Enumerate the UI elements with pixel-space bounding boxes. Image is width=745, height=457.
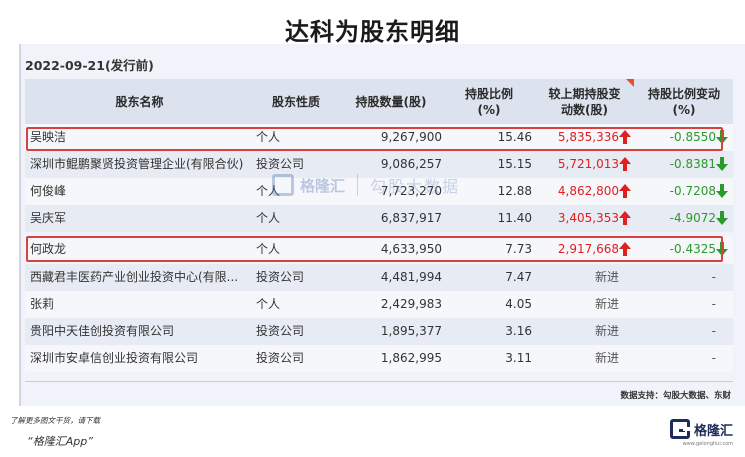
share-ratio: 3.16: [505, 324, 532, 338]
share-change: 5,721,013: [557, 157, 619, 171]
date-label: 2022-09-21(发行前): [25, 58, 154, 73]
ratio-change: -: [711, 297, 716, 311]
brand-logo: 格隆汇 www.gelonghui.com: [669, 419, 733, 447]
col-header-ratio-change: 持股比例变动 (%): [647, 87, 720, 117]
share-change: 新进: [594, 270, 619, 284]
ratio-change-cell: -: [635, 264, 730, 291]
header-corner-mark: [626, 79, 634, 87]
share-ratio: 11.40: [497, 211, 532, 225]
ratio-change-cell: -4.9072: [635, 205, 730, 232]
share-change: 新进: [594, 351, 619, 365]
share-quantity: 1,895,377: [380, 324, 442, 338]
col-header-ratio: 持股比例 (%): [464, 87, 513, 117]
shareholder-name: 深圳市安卓信创业投资有限公司: [30, 351, 199, 365]
ratio-change: -0.8381: [669, 157, 716, 171]
table-row: 西藏君丰医药产业创业投资中心(有限... 投资公司 4,481,994 7.47 新进 -: [25, 264, 733, 291]
table-footer-line: [25, 381, 733, 382]
download-app-name: “格隆汇App”: [27, 435, 93, 448]
table-row: 深圳市安卓信创业投资有限公司 投资公司 1,862,995 3.11 新进 -: [25, 345, 733, 372]
shareholder-name: 贵阳中天佳创投资有限公司: [30, 324, 175, 338]
ratio-change: -: [711, 351, 716, 365]
brand-url: www.gelonghui.com: [682, 441, 733, 447]
ratio-change-cell: -0.7208: [635, 178, 730, 205]
brand-g-icon: [669, 419, 690, 439]
ratio-change-cell: -: [635, 318, 730, 345]
watermark-logo-icon: [272, 174, 294, 196]
table-row: 吴庆军 个人 6,837,917 11.40 3,405,353 -4.9072: [25, 205, 733, 232]
share-change-cell: 新进: [534, 345, 633, 372]
watermark-right-text: 勾股大数据: [370, 177, 461, 196]
shareholder-type: 投资公司: [256, 270, 305, 284]
shareholder-type: 投资公司: [256, 324, 305, 338]
shareholder-name: 西藏君丰医药产业创业投资中心(有限...: [30, 270, 239, 284]
ratio-change: -0.7208: [669, 184, 716, 198]
watermark-divider: [357, 174, 359, 196]
share-ratio: 4.05: [505, 297, 532, 311]
highlight-box-row-1: [26, 127, 723, 151]
share-quantity: 2,429,983: [380, 297, 442, 311]
highlight-box-row-5: [26, 236, 723, 262]
page-title: 达科为股东明细: [285, 18, 460, 46]
col-header-type: 股东性质: [271, 95, 320, 109]
table-row: 贵阳中天佳创投资有限公司 投资公司 1,895,377 3.16 新进 -: [25, 318, 733, 345]
table-header: 股东名称 股东性质 持股数量(股) 持股比例 (%) 较上期持股变 动数(股) …: [25, 79, 733, 125]
ratio-change: -4.9072: [669, 211, 716, 225]
col-header-change: 较上期持股变 动数(股): [548, 87, 621, 117]
ratio-change-cell: -: [635, 345, 730, 372]
share-quantity: 4,481,994: [380, 270, 442, 284]
ratio-change: -: [711, 324, 716, 338]
col-header-name: 股东名称: [115, 95, 164, 109]
col-header-qty: 持股数量(股): [355, 95, 427, 109]
shareholder-type: 投资公司: [256, 351, 305, 365]
share-change-cell: 新进: [534, 291, 633, 318]
table-row: 张莉 个人 2,429,983 4.05 新进 -: [25, 291, 733, 318]
shareholder-name: 何俊峰: [30, 184, 67, 198]
share-quantity: 6,837,917: [380, 211, 442, 225]
shareholder-type: 个人: [256, 297, 281, 311]
share-change: 新进: [594, 297, 619, 311]
share-change: 4,862,800: [557, 184, 619, 198]
data-source: 数据支持：勾股大数据、东财: [620, 391, 731, 401]
download-note: 了解更多图文干货，请下载: [10, 416, 100, 425]
brand-name: 格隆汇: [693, 423, 733, 439]
share-ratio: 7.47: [505, 270, 532, 284]
share-change: 新进: [594, 324, 619, 338]
shareholder-type: 个人: [256, 211, 281, 225]
ratio-change-cell: -0.8381: [635, 151, 730, 178]
watermark: 格隆汇 勾股大数据: [272, 173, 460, 197]
shareholder-name: 深圳市鲲鹏聚贤投资管理企业(有限合伙): [30, 157, 244, 171]
share-change-cell: 新进: [534, 264, 633, 291]
shareholder-name: 张莉: [30, 297, 55, 311]
share-change-cell: 新进: [534, 318, 633, 345]
watermark-left-text: 格隆汇: [300, 176, 346, 195]
ratio-change-cell: -: [635, 291, 730, 318]
share-change-cell: 5,721,013: [534, 151, 633, 178]
share-ratio: 3.11: [505, 351, 532, 365]
ratio-change: -: [711, 270, 716, 284]
share-change-cell: 3,405,353: [534, 205, 633, 232]
share-change: 3,405,353: [557, 211, 619, 225]
shareholder-name: 吴庆军: [30, 211, 67, 225]
share-change-cell: 4,862,800: [534, 178, 633, 205]
share-quantity: 1,862,995: [380, 351, 442, 365]
